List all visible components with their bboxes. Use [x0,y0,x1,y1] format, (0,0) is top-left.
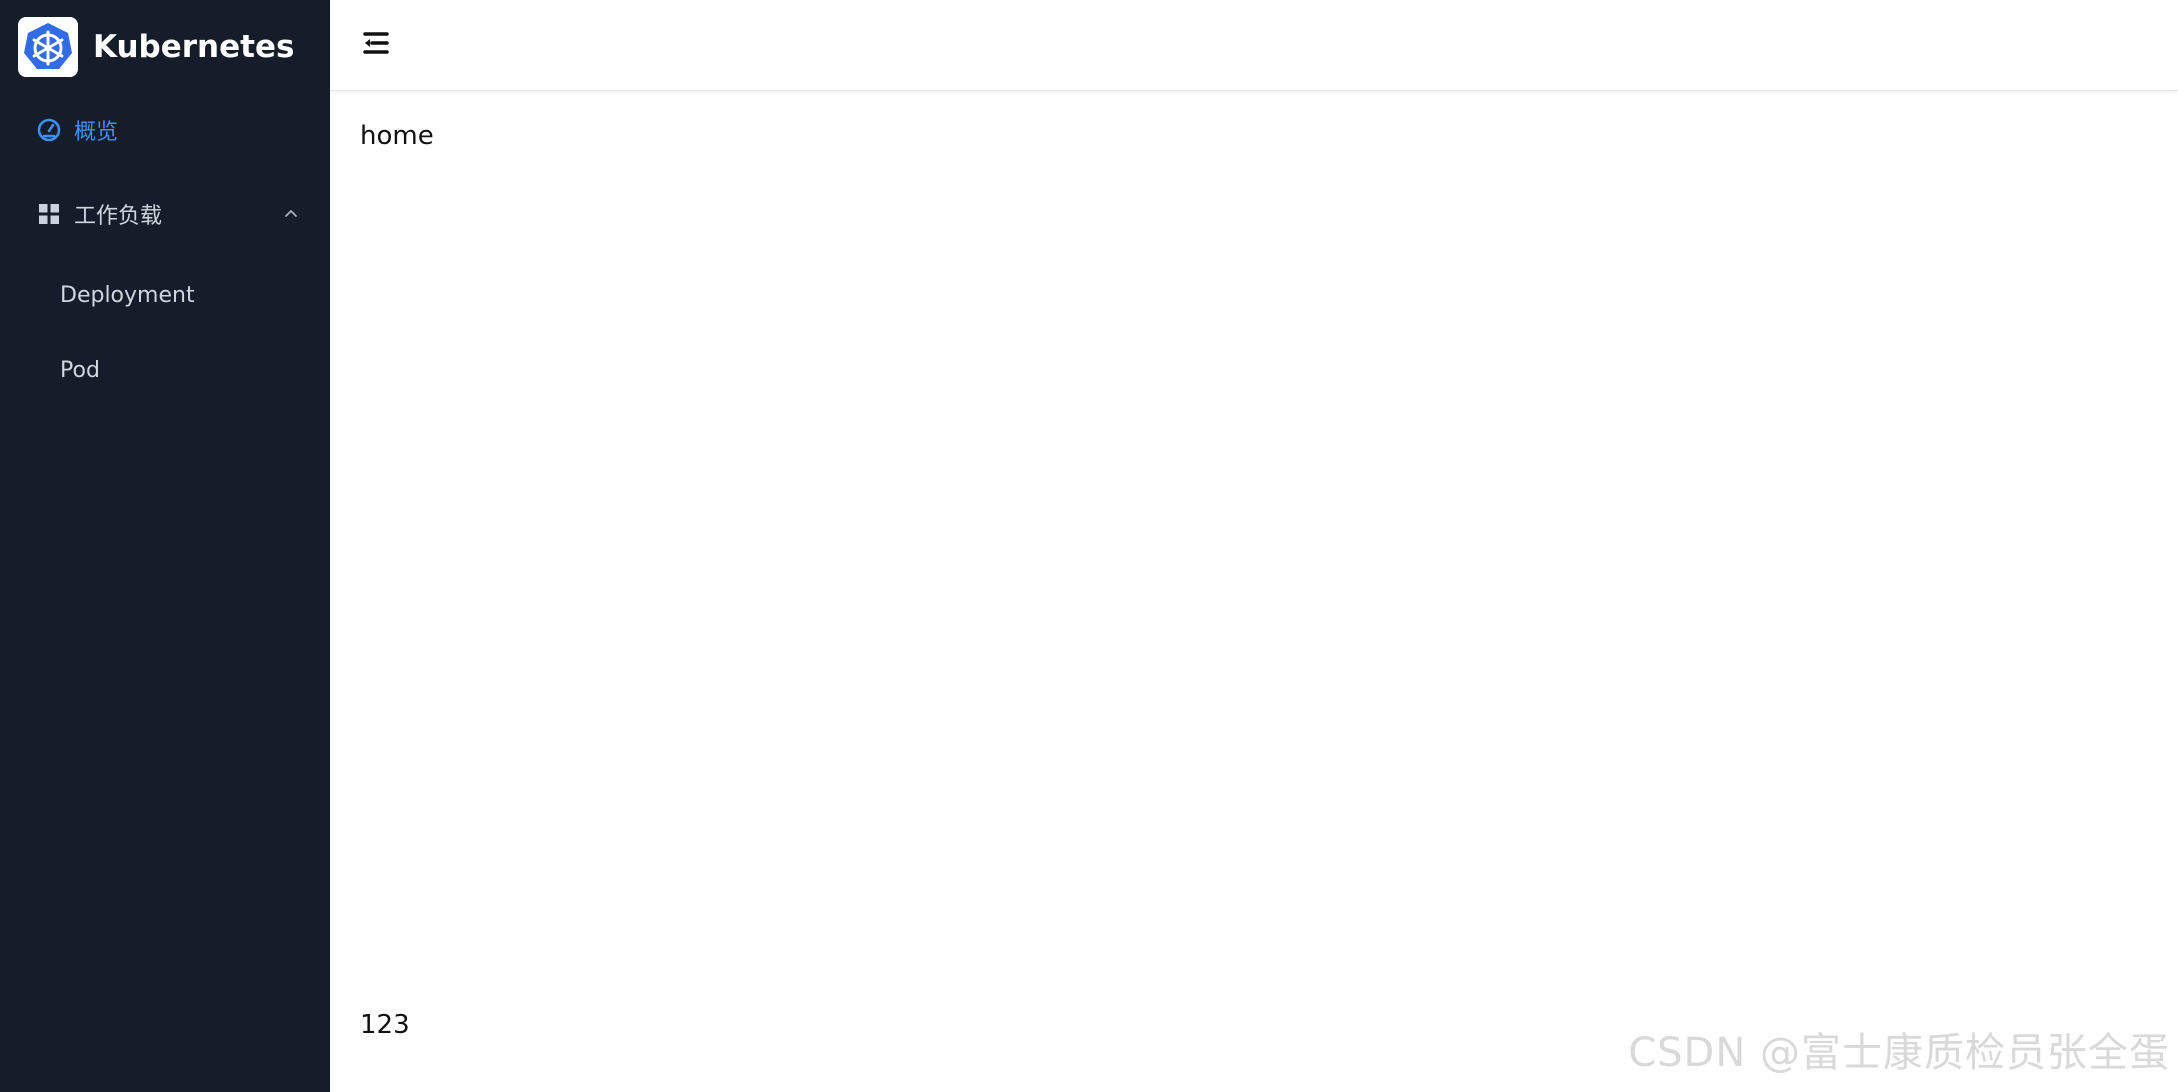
sidebar-subitem-pod[interactable]: Pod [0,340,330,400]
chevron-up-icon[interactable] [282,205,300,223]
top-header [330,0,2178,91]
watermark-text: CSDN @富士康质检员张全蛋 [1628,1030,2170,1076]
kubernetes-logo-icon [18,17,78,77]
sidebar-subitem-deployment[interactable]: Deployment [0,265,330,325]
app-title: Kubernetes [93,29,295,65]
main-panel: home 123 CSDN @富士康质检员张全蛋 [330,0,2178,1092]
sidebar-subitem-label: Pod [60,357,100,383]
sidebar-item-workload[interactable]: 工作负载 [0,184,330,244]
sidebar-item-label: 概览 [74,120,119,145]
sidebar-item-overview[interactable]: 概览 [0,100,330,160]
sidebar: Kubernetes 概览 工作负载 Deployment Pod [0,0,330,1092]
brand[interactable]: Kubernetes [0,0,330,94]
sidebar-item-label: 工作负载 [74,204,163,229]
dashboard-gauge-icon [36,117,62,143]
menu-collapse-icon[interactable] [360,28,392,58]
grid-icon [36,201,62,227]
content-area: home 123 CSDN @富士康质检员张全蛋 [330,91,2178,1092]
content-text: home [360,121,434,151]
app-root: Kubernetes 概览 工作负载 Deployment Pod home 1… [0,0,2178,1092]
sidebar-subitem-label: Deployment [60,282,195,308]
footer-text: 123 [360,1010,410,1040]
